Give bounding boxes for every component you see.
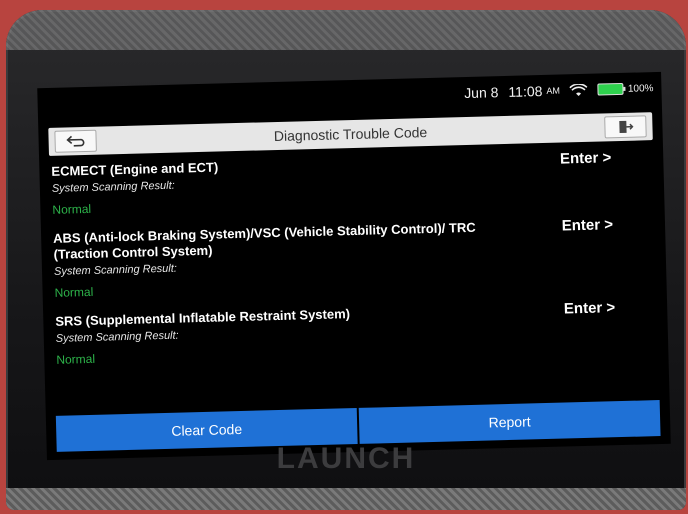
- exit-button[interactable]: [604, 115, 647, 139]
- system-list: ECMECT (Engine and ECT) System Scanning …: [51, 148, 656, 381]
- status-time: 11:08: [508, 83, 543, 100]
- wifi-icon: [569, 83, 588, 96]
- scan-tool-device: Jun 8 11:08 AM 100% Diagnostic Trouble C…: [6, 10, 686, 510]
- system-row-ecm[interactable]: ECMECT (Engine and ECT) System Scanning …: [51, 148, 652, 217]
- battery-icon: [597, 82, 625, 96]
- battery-percent: 100%: [627, 82, 654, 95]
- back-button[interactable]: [54, 129, 97, 153]
- status-ampm: AM: [546, 85, 561, 96]
- system-row-abs[interactable]: ABS (Anti-lock Braking System)/VSC (Vehi…: [53, 215, 655, 300]
- report-button[interactable]: Report: [358, 400, 661, 444]
- enter-button-srs[interactable]: Enter >: [564, 299, 616, 317]
- enter-button-abs[interactable]: Enter >: [562, 216, 614, 234]
- status-bar: Jun 8 11:08 AM 100%: [464, 80, 654, 101]
- device-grip: [6, 488, 686, 510]
- page-title: Diagnostic Trouble Code: [273, 124, 428, 145]
- enter-button-ecm[interactable]: Enter >: [560, 149, 612, 167]
- device-screen: Jun 8 11:08 AM 100% Diagnostic Trouble C…: [37, 71, 671, 461]
- launch-logo: LAUNCH: [276, 442, 416, 475]
- back-arrow-icon: [66, 135, 85, 147]
- title-bar: Diagnostic Trouble Code: [48, 112, 653, 156]
- exit-door-icon: [619, 120, 634, 134]
- system-row-srs[interactable]: SRS (Supplemental Inflatable Restraint S…: [55, 298, 656, 367]
- status-date: Jun 8: [463, 84, 499, 102]
